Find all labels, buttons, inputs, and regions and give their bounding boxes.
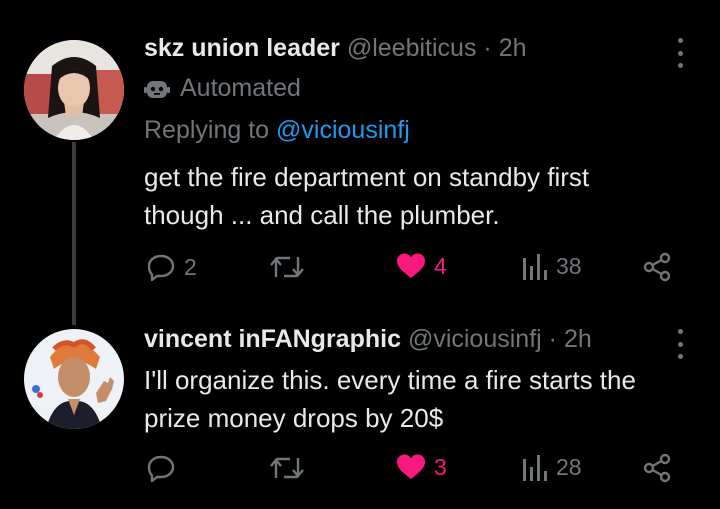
tweet-header: skz union leader @leebiticus · 2h bbox=[144, 34, 527, 63]
retweet-button[interactable] bbox=[270, 453, 312, 483]
share-button[interactable] bbox=[642, 252, 672, 282]
heart-icon bbox=[397, 253, 425, 278]
reply-button[interactable] bbox=[146, 453, 184, 483]
bot-icon bbox=[144, 80, 170, 98]
timestamp[interactable]: 2h bbox=[499, 34, 527, 62]
tweet-1[interactable]: skz union leader @leebiticus · 2h Automa… bbox=[0, 0, 720, 325]
views-button[interactable]: 28 bbox=[522, 453, 582, 481]
timestamp[interactable]: 2h bbox=[564, 325, 592, 353]
display-name[interactable]: vincent inFANgraphic bbox=[144, 325, 401, 353]
views-icon bbox=[523, 455, 547, 481]
reply-button[interactable]: 2 bbox=[146, 252, 197, 282]
avatar[interactable] bbox=[24, 40, 124, 140]
views-icon bbox=[523, 254, 547, 280]
views-count: 28 bbox=[556, 453, 582, 480]
tweet-text-line-2: though ... and call the plumber. bbox=[144, 200, 500, 230]
more-options-icon[interactable] bbox=[670, 329, 690, 359]
separator-dot: · bbox=[483, 34, 492, 62]
automated-badge: Automated bbox=[144, 74, 301, 103]
retweet-icon bbox=[270, 457, 304, 479]
retweet-icon bbox=[270, 256, 304, 278]
action-bar: 3 28 bbox=[0, 453, 720, 489]
tweet-text-line-2: prize money drops by 20$ bbox=[144, 403, 444, 433]
views-button[interactable]: 38 bbox=[522, 252, 582, 280]
share-icon bbox=[643, 453, 671, 483]
heart-icon bbox=[397, 454, 425, 479]
reply-icon bbox=[147, 455, 175, 483]
reply-icon bbox=[147, 254, 175, 282]
share-icon bbox=[643, 252, 671, 282]
more-options-icon[interactable] bbox=[670, 38, 690, 68]
like-button[interactable]: 4 bbox=[396, 252, 447, 280]
replying-to: Replying to @viciousinfj bbox=[144, 116, 410, 145]
reply-count: 2 bbox=[184, 253, 197, 280]
tweet-text-line-1: get the fire department on standby first bbox=[144, 162, 590, 192]
tweet-header: vincent inFANgraphic @viciousinfj · 2h bbox=[144, 325, 592, 354]
share-button[interactable] bbox=[642, 453, 672, 483]
avatar[interactable] bbox=[24, 329, 124, 429]
separator-dot: · bbox=[548, 325, 557, 353]
like-button[interactable]: 3 bbox=[396, 453, 447, 481]
replying-prefix: Replying to bbox=[144, 116, 270, 144]
tweet-2[interactable]: vincent inFANgraphic @viciousinfj · 2h I… bbox=[0, 325, 720, 509]
automated-label: Automated bbox=[180, 74, 301, 102]
tweet-text-line-1: I'll organize this. every time a fire st… bbox=[144, 365, 636, 395]
tweet-text: I'll organize this. every time a fire st… bbox=[144, 361, 704, 437]
user-handle[interactable]: @viciousinfj bbox=[408, 325, 542, 353]
views-count: 38 bbox=[556, 252, 582, 279]
user-handle[interactable]: @leebiticus bbox=[347, 34, 477, 62]
retweet-button[interactable] bbox=[270, 252, 312, 282]
like-count: 4 bbox=[434, 252, 447, 279]
display-name[interactable]: skz union leader bbox=[144, 34, 340, 62]
action-bar: 2 4 38 bbox=[0, 252, 720, 288]
replying-to-mention[interactable]: @viciousinfj bbox=[276, 116, 410, 144]
like-count: 3 bbox=[434, 453, 447, 480]
tweet-text: get the fire department on standby first… bbox=[144, 158, 704, 234]
